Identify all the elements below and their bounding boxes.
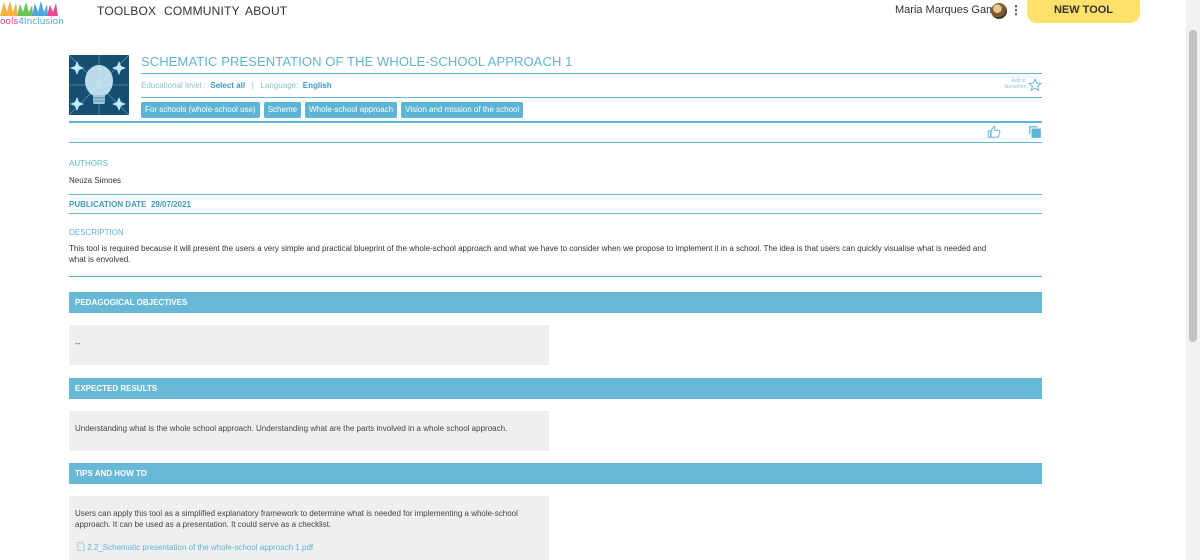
section-header-tips: TIPS AND HOW TO	[69, 463, 1042, 484]
lightbulb-icon	[69, 55, 129, 115]
divider	[69, 276, 1042, 277]
publication-date-label: PUBLICATION DATE	[69, 200, 147, 209]
nav-about[interactable]: ABOUT	[245, 4, 287, 18]
favourites-label-line-2: favourites	[1004, 84, 1026, 90]
author-name[interactable]: Neuza Simoes	[69, 176, 121, 185]
language-select[interactable]: English	[303, 81, 332, 90]
add-to-favourites-label[interactable]: Add to favourites	[996, 78, 1026, 90]
section-header-results: EXPECTED RESULTS	[69, 378, 1042, 399]
edu-level-select[interactable]: Select all	[210, 81, 245, 90]
copy-icon[interactable]	[1028, 125, 1042, 139]
objectives-content: --	[69, 325, 549, 365]
tips-line-1: Users can apply this tool as a simplifie…	[75, 509, 518, 518]
tag-item[interactable]: Scheme	[263, 102, 302, 118]
avatar[interactable]	[991, 3, 1007, 19]
results-content: Understanding what is the whole school a…	[69, 411, 549, 451]
tips-line-2: approach. It can be used as a presentati…	[75, 520, 332, 529]
user-name[interactable]: Maria Marques Gama	[895, 4, 1001, 16]
nav-community[interactable]: COMMUNITY	[164, 4, 240, 18]
description-line-1: This tool is required because it will pr…	[69, 244, 987, 253]
tool-thumbnail	[69, 55, 129, 115]
top-navigation-bar: ools4Inclusion TOOLBOX COMMUNITY ABOUT M…	[0, 0, 1164, 30]
more-menu-icon[interactable]: ⋮	[1010, 3, 1022, 17]
star-icon[interactable]	[1028, 78, 1042, 92]
divider	[69, 142, 1042, 143]
tag-item[interactable]: Whole-school approach	[305, 102, 398, 118]
language-label: Language:	[260, 81, 299, 90]
description-line-2: what is envolved.	[69, 255, 131, 264]
file-icon	[77, 542, 85, 551]
attachment-name[interactable]: 2.2_Schematic presentation of the whole-…	[87, 543, 313, 552]
publication-date: PUBLICATION DATE 29/07/2021	[69, 200, 191, 209]
divider	[69, 213, 1042, 214]
tag-item[interactable]: Vision and mission of the school	[401, 102, 524, 118]
tool-meta: Educational level : Select all | Languag…	[141, 81, 332, 90]
thumbs-up-icon[interactable]	[987, 125, 1001, 139]
authors-label: AUTHORS	[69, 159, 109, 168]
site-logo[interactable]: ools4Inclusion	[0, 0, 64, 28]
logo-text: ools	[0, 17, 19, 27]
logo-hands-icon	[0, 1, 58, 16]
logo-text-accent: 4Inclusion	[18, 17, 64, 27]
edu-level-label: Educational level :	[141, 81, 206, 90]
meta-separator: |	[251, 81, 254, 90]
publication-date-value: 29/07/2021	[150, 200, 191, 209]
divider	[69, 121, 1042, 123]
divider	[69, 194, 1042, 195]
nav-toolbox[interactable]: TOOLBOX	[97, 4, 156, 18]
description-label: DESCRIPTION	[69, 228, 124, 237]
page-title: SCHEMATIC PRESENTATION OF THE WHOLE-SCHO…	[141, 54, 573, 69]
divider	[141, 73, 1042, 74]
divider	[141, 97, 1042, 98]
attachment-link[interactable]: 2.2_Schematic presentation of the whole-…	[77, 542, 313, 552]
tag-list: For schools (whole-school use) Scheme Wh…	[141, 102, 524, 118]
section-header-objectives: PEDAGOGICAL OBJECTIVES	[69, 292, 1042, 313]
page-scrollbar[interactable]	[1164, 0, 1200, 560]
scrollbar-thumb[interactable]	[1189, 30, 1197, 342]
tag-item[interactable]: For schools (whole-school use)	[141, 102, 260, 118]
new-tool-button[interactable]: NEW TOOL	[1027, 0, 1140, 23]
